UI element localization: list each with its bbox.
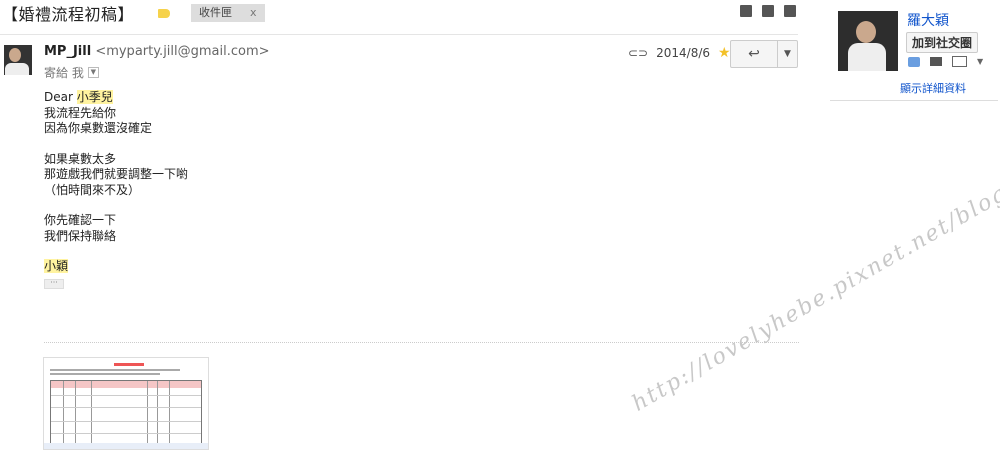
paragraph: 我流程先給你 因為你桌數還沒確定: [44, 106, 188, 137]
inbox-label-chip[interactable]: 收件匣 x: [191, 4, 265, 22]
body-line: 因為你桌數還沒確定: [44, 121, 153, 135]
sender-info[interactable]: MP_Jill <myparty.jill@gmail.com>: [44, 44, 270, 59]
attachment-thumbnail[interactable]: [43, 357, 209, 450]
message-date[interactable]: 2014/8/6: [656, 46, 710, 60]
attachments-divider: [44, 342, 799, 343]
sender-email: <myparty.jill@gmail.com>: [95, 44, 270, 59]
contact-actions: ▼: [908, 56, 983, 67]
sender-avatar[interactable]: [4, 45, 32, 75]
body-line: 我流程先給你: [44, 105, 117, 120]
message-body: Dear 小季兒 我流程先給你 因為你桌數還沒確定 如果桌數太多 那遊戲我們就要…: [44, 90, 188, 289]
recipient-line: 寄給 我 ▼: [44, 64, 99, 81]
more-actions-icon[interactable]: ▼: [778, 41, 797, 67]
watermark: http://lovelyhebe.pixnet.net/blog: [628, 180, 1000, 417]
body-line: 如果桌數太多: [44, 151, 117, 166]
body-line: 那遊戲我們就要調整一下喲: [44, 167, 189, 181]
body-line: （怕時間來不及）: [44, 182, 141, 197]
document-preview-table: [50, 380, 202, 446]
greeting-name: 小季兒: [76, 90, 113, 104]
signature: 小穎: [44, 259, 69, 273]
subject-bar: 【婚禮流程初稿】 收件匣 x: [0, 0, 265, 26]
email-subject: 【婚禮流程初稿】: [2, 5, 135, 24]
thread-actions: [740, 5, 796, 17]
recipient-text: 寄給 我: [44, 66, 84, 80]
star-icon[interactable]: ★: [718, 45, 731, 61]
show-details-link[interactable]: 顯示詳細資料: [900, 80, 966, 96]
contact-name[interactable]: 羅大穎: [907, 10, 949, 30]
greeting: Dear 小季兒: [44, 90, 188, 106]
contact-photo[interactable]: [838, 11, 898, 71]
show-trimmed-content-button[interactable]: ···: [44, 278, 64, 289]
body-line: 我們保持聯絡: [44, 228, 117, 243]
paragraph: 你先確認一下 我們保持聯絡: [44, 213, 188, 244]
body-line: 你先確認一下: [44, 213, 117, 227]
contact-card: 羅大穎 加到社交圈 ▼ 顯示詳細資料: [830, 4, 998, 101]
remove-label-icon[interactable]: x: [250, 4, 257, 22]
add-to-circles-button[interactable]: 加到社交圈: [906, 32, 979, 53]
label-tag-icon[interactable]: [158, 8, 171, 18]
expand-all-icon[interactable]: [740, 5, 752, 17]
divider: [0, 34, 798, 35]
show-details-icon[interactable]: ▼: [87, 67, 99, 78]
chat-icon[interactable]: [908, 56, 920, 67]
print-icon[interactable]: [762, 5, 774, 17]
inbox-label-text: 收件匣: [199, 6, 233, 19]
video-call-icon[interactable]: [930, 57, 942, 66]
paragraph: 如果桌數太多 那遊戲我們就要調整一下喲 （怕時間來不及）: [44, 152, 188, 199]
attachment-icon: ⊂⊃: [628, 46, 649, 60]
sender-name: MP_Jill: [44, 44, 92, 59]
new-window-icon[interactable]: [784, 5, 796, 17]
email-icon[interactable]: [952, 56, 967, 67]
reply-icon[interactable]: ↩: [731, 41, 778, 67]
greeting-prefix: Dear: [44, 90, 77, 104]
message-meta: ⊂⊃ 2014/8/6 ★: [628, 45, 731, 61]
reply-button-group: ↩ ▼: [730, 40, 798, 68]
more-options-icon[interactable]: ▼: [977, 57, 983, 66]
